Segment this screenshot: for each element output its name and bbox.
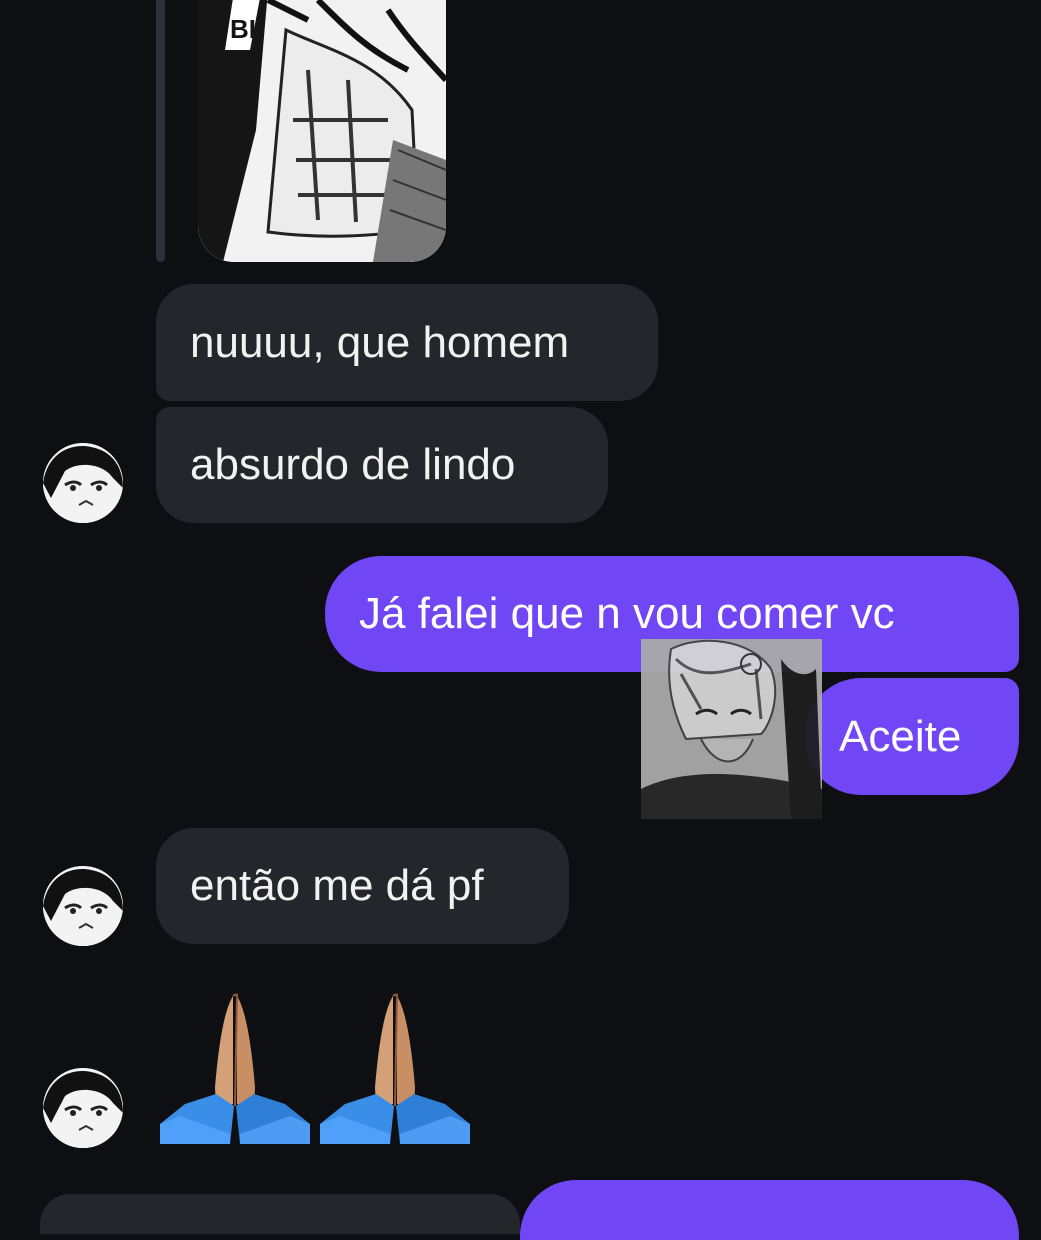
sticker-art — [641, 639, 822, 819]
incoming-message-bubble-partial[interactable] — [40, 1194, 520, 1234]
message-text: Já falei que n vou comer vc — [359, 589, 895, 638]
quoted-manga-image[interactable]: BL — [198, 0, 446, 262]
contact-avatar[interactable] — [43, 1068, 123, 1148]
incoming-message-bubble[interactable]: nuuuu, que homem — [156, 284, 658, 401]
message-text: nuuuu, que homem — [190, 317, 570, 367]
manga-image-art: BL — [198, 0, 446, 262]
reply-quote-bar — [156, 0, 165, 262]
avatar-portrait-icon — [43, 866, 123, 946]
message-text: Aceite — [839, 711, 962, 761]
contact-avatar[interactable] — [43, 866, 123, 946]
incoming-message-bubble[interactable]: então me dá pf — [156, 828, 569, 944]
outgoing-message-bubble-partial[interactable] — [520, 1180, 1019, 1240]
anime-sticker-image[interactable] — [641, 639, 822, 819]
message-text: então me dá pf — [190, 861, 484, 910]
incoming-message-bubble[interactable]: absurdo de lindo — [156, 407, 608, 523]
message-text: absurdo de lindo — [190, 440, 516, 489]
avatar-portrait-icon — [43, 443, 123, 523]
folded-hands-emoji — [320, 992, 470, 1144]
avatar-portrait-icon — [43, 1068, 123, 1148]
svg-text:BL: BL — [230, 14, 265, 44]
contact-avatar[interactable] — [43, 443, 123, 523]
folded-hands-emoji — [160, 992, 310, 1144]
folded-hands-icon — [320, 993, 470, 1144]
folded-hands-icon — [160, 993, 310, 1144]
outgoing-message-bubble[interactable]: Aceite — [805, 678, 1019, 795]
